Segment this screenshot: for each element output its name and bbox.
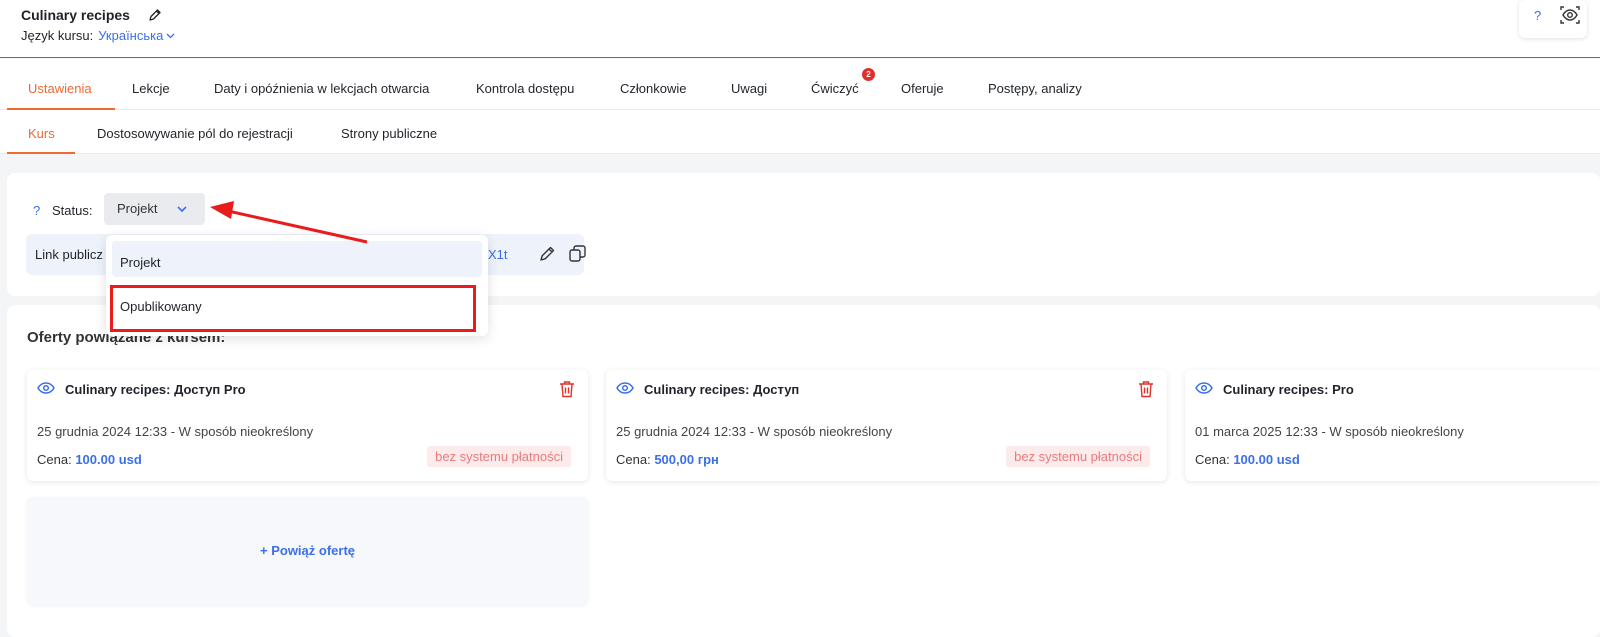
- offers-card: Oferty powiązane z kursem: Culinary reci…: [7, 305, 1600, 637]
- chevron-down-icon: [177, 206, 187, 213]
- trash-icon[interactable]: [559, 380, 575, 398]
- offer-name: Culinary recipes: Доступ Pro: [65, 382, 246, 397]
- tab-ustawienia[interactable]: Ustawienia: [28, 81, 92, 96]
- status-select-value: Projekt: [117, 201, 158, 216]
- status-option-projekt[interactable]: Projekt: [112, 241, 482, 277]
- tab-cwiczyc[interactable]: Ćwiczyć: [811, 81, 859, 96]
- tab-uwagi[interactable]: Uwagi: [731, 81, 767, 96]
- preview-eye-icon[interactable]: [1559, 4, 1581, 26]
- offer-name: Culinary recipes: Pro: [1223, 382, 1354, 397]
- status-label: Status:: [52, 203, 93, 218]
- tab-czlonkowie[interactable]: Członkowie: [620, 81, 686, 96]
- offer-card[interactable]: Culinary recipes: Pro 01 marca 2025 12:3…: [1185, 370, 1600, 481]
- annotation-highlight-box: [110, 285, 476, 332]
- header-actions: ?: [1519, 0, 1587, 38]
- offer-date: 25 grudnia 2024 12:33 - W sposób nieokre…: [37, 424, 314, 439]
- link-offer-label: + Powiąż ofertę: [260, 543, 355, 558]
- eye-icon[interactable]: [37, 381, 55, 395]
- pencil-icon[interactable]: [538, 244, 557, 263]
- top-bar: Culinary recipes Język kursu: Українська …: [0, 0, 1600, 58]
- eye-icon[interactable]: [1195, 381, 1213, 395]
- chevron-down-icon[interactable]: [166, 33, 175, 39]
- status-help-button[interactable]: ?: [33, 203, 40, 218]
- notification-badge: 2: [862, 68, 875, 81]
- link-offer-button[interactable]: + Powiąż ofertę: [27, 497, 588, 605]
- eye-icon[interactable]: [616, 381, 634, 395]
- tab-oferuje[interactable]: Oferuje: [901, 81, 944, 96]
- subtab-kurs[interactable]: Kurs: [28, 126, 55, 141]
- course-title: Culinary recipes: [21, 7, 130, 23]
- tab-lekcje[interactable]: Lekcje: [132, 81, 170, 96]
- price-label: Cena:: [37, 452, 72, 467]
- public-link-label: Link publicz: [35, 247, 103, 262]
- active-subtab-indicator: [7, 152, 75, 154]
- offer-card[interactable]: Culinary recipes: Доступ 25 grudnia 2024…: [606, 370, 1167, 481]
- payment-status-badge: bez systemu płatności: [1006, 446, 1150, 467]
- subtab-strony-publiczne[interactable]: Strony publiczne: [341, 126, 437, 141]
- tab-postepy[interactable]: Postępy, analizy: [988, 81, 1082, 96]
- offer-name: Culinary recipes: Доступ: [644, 382, 800, 397]
- offer-date: 25 grudnia 2024 12:33 - W sposób nieokre…: [616, 424, 893, 439]
- offer-price: 500,00 грн: [654, 452, 719, 467]
- course-language-select[interactable]: Українська: [98, 28, 163, 43]
- main-tabs: Ustawienia Lekcje Daty i opóźnienia w le…: [0, 59, 1600, 110]
- offer-card[interactable]: Culinary recipes: Доступ Pro 25 grudnia …: [27, 370, 588, 481]
- offer-price: 100.00 usd: [75, 452, 142, 467]
- tab-kontrola-dostepu[interactable]: Kontrola dostępu: [476, 81, 574, 96]
- payment-status-badge: bez systemu płatności: [427, 446, 571, 467]
- pencil-icon[interactable]: [147, 7, 163, 23]
- copy-icon[interactable]: [568, 244, 587, 263]
- course-language-label: Język kursu:: [21, 28, 94, 43]
- help-button[interactable]: ?: [1534, 8, 1541, 23]
- offer-price: 100.00 usd: [1233, 452, 1300, 467]
- subtab-dostosowywanie[interactable]: Dostosowywanie pól do rejestracji: [97, 126, 293, 141]
- trash-icon[interactable]: [1138, 380, 1154, 398]
- offer-date: 01 marca 2025 12:33 - W sposób nieokreśl…: [1195, 424, 1464, 439]
- status-select[interactable]: Projekt: [104, 193, 205, 225]
- offer-price-row: Cena: 500,00 грн: [616, 452, 719, 467]
- offer-price-row: Cena: 100.00 usd: [37, 452, 142, 467]
- course-language-row: Język kursu: Українська: [21, 28, 175, 43]
- offer-price-row: Cena: 100.00 usd: [1195, 452, 1300, 467]
- price-label: Cena:: [1195, 452, 1230, 467]
- sub-tabs: Kurs Dostosowywanie pól do rejestracji S…: [0, 110, 1600, 154]
- public-link-url[interactable]: X1t: [488, 247, 508, 262]
- price-label: Cena:: [616, 452, 651, 467]
- tab-daty[interactable]: Daty i opóźnienia w lekcjach otwarcia: [214, 81, 429, 96]
